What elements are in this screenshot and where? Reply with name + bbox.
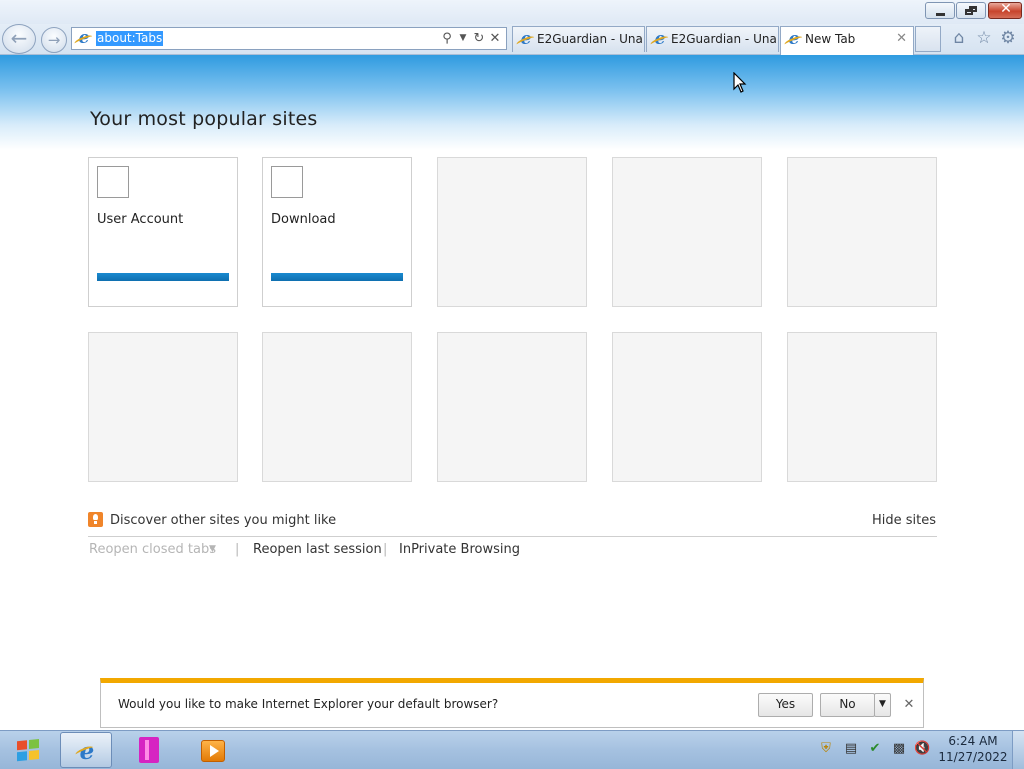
- windows-logo-icon: [17, 738, 41, 764]
- forward-button[interactable]: →: [41, 27, 67, 53]
- search-icon[interactable]: ⚲: [440, 29, 454, 48]
- tab-e2guardian-2[interactable]: e E2Guardian - Una...: [646, 26, 779, 52]
- close-icon: ✕: [1000, 1, 1012, 17]
- empty-tile[interactable]: [437, 157, 587, 307]
- inprivate-browsing-link[interactable]: InPrivate Browsing: [399, 542, 520, 557]
- restore-icon-back: [965, 9, 973, 15]
- chevron-down-icon: ▼: [879, 699, 886, 709]
- empty-tile[interactable]: [612, 157, 762, 307]
- start-button[interactable]: [4, 733, 52, 767]
- clock-time: 6:24 AM: [948, 734, 998, 748]
- address-bar[interactable]: e about:Tabs ⚲ ▼ ↻ ✕: [71, 27, 507, 50]
- tile-label: User Account: [97, 212, 184, 227]
- tile-label: Download: [271, 212, 336, 227]
- back-button[interactable]: ←: [2, 24, 36, 54]
- no-button[interactable]: No: [820, 693, 875, 717]
- tab-e2guardian-1[interactable]: e E2Guardian - Una...: [512, 26, 645, 52]
- discover-row: Discover other sites you might like Hide…: [88, 512, 937, 537]
- no-options-dropdown[interactable]: ▼: [874, 693, 891, 717]
- empty-tile[interactable]: [787, 332, 937, 482]
- tab-label: E2Guardian - Una...: [671, 32, 779, 46]
- ie-page-icon: e: [652, 31, 668, 48]
- hide-sites-link[interactable]: Hide sites: [872, 513, 936, 528]
- new-tab-page: Your most popular sites User Account Dow…: [0, 55, 1024, 730]
- star-icon[interactable]: ☆: [973, 27, 995, 49]
- action-center-shield-icon[interactable]: ⛨: [818, 741, 834, 757]
- address-input[interactable]: about:Tabs: [96, 31, 164, 46]
- link-separator: |: [383, 542, 388, 557]
- volume-muted-icon[interactable]: 🔇: [914, 741, 930, 757]
- tile-activity-bar: [271, 273, 403, 281]
- yes-button[interactable]: Yes: [758, 693, 813, 717]
- media-player-icon: [201, 740, 225, 762]
- discover-link[interactable]: Discover other sites you might like: [110, 513, 336, 528]
- taskbar-media-player[interactable]: [190, 732, 240, 768]
- tab-label: E2Guardian - Una...: [537, 32, 645, 46]
- network-drive-icon[interactable]: ▤: [843, 741, 859, 757]
- network-icon[interactable]: ▩: [891, 741, 907, 757]
- empty-tile[interactable]: [88, 332, 238, 482]
- empty-tile[interactable]: [262, 332, 412, 482]
- tab-new-tab[interactable]: e New Tab ✕: [780, 26, 914, 55]
- empty-tile[interactable]: [437, 332, 587, 482]
- notification-message: Would you like to make Internet Explorer…: [118, 697, 499, 711]
- page-title: Your most popular sites: [90, 108, 318, 130]
- tile-activity-bar: [97, 273, 229, 281]
- tile-user-account[interactable]: User Account: [88, 157, 238, 307]
- refresh-icon[interactable]: ↻: [472, 29, 486, 48]
- taskbar: e ⛨ ▤ ✔ ▩ 🔇 6:24 AM 11/27/2022: [0, 730, 1024, 769]
- close-notification-icon[interactable]: ✕: [901, 695, 917, 715]
- minimize-button[interactable]: [925, 2, 955, 19]
- lightbulb-icon: [88, 512, 103, 527]
- empty-tile[interactable]: [612, 332, 762, 482]
- new-tab-button[interactable]: [915, 26, 941, 52]
- restore-button[interactable]: [956, 2, 986, 19]
- security-check-icon[interactable]: ✔: [867, 741, 883, 757]
- window-titlebar: ✕: [0, 0, 1024, 24]
- site-favicon: [271, 166, 303, 198]
- ie-page-icon: e: [76, 30, 92, 47]
- minimize-icon: [936, 13, 945, 16]
- gear-icon[interactable]: ⚙: [997, 27, 1019, 49]
- ie-page-icon: e: [518, 31, 534, 48]
- link-separator: |: [235, 542, 240, 557]
- close-window-button[interactable]: ✕: [988, 1, 1022, 19]
- close-tab-icon[interactable]: ✕: [896, 27, 907, 51]
- taskbar-windows-explorer[interactable]: [125, 732, 175, 768]
- taskbar-internet-explorer[interactable]: e: [60, 732, 112, 768]
- tab-label: New Tab: [805, 32, 856, 46]
- navigation-bar: ← → e about:Tabs ⚲ ▼ ↻ ✕ e E2Guardian - …: [0, 24, 1024, 55]
- system-clock[interactable]: 6:24 AM 11/27/2022: [938, 733, 1008, 765]
- default-browser-notification: Would you like to make Internet Explorer…: [100, 678, 924, 728]
- clock-date: 11/27/2022: [938, 750, 1008, 764]
- chevron-down-icon[interactable]: ▼: [456, 29, 470, 48]
- ie-page-icon: e: [786, 31, 802, 48]
- site-favicon: [97, 166, 129, 198]
- tile-download[interactable]: Download: [262, 157, 412, 307]
- reopen-closed-tabs-link[interactable]: Reopen closed tabs: [89, 542, 216, 557]
- reopen-last-session-link[interactable]: Reopen last session: [253, 542, 382, 557]
- internet-explorer-icon: e: [77, 740, 97, 763]
- home-icon[interactable]: ⌂: [948, 27, 970, 49]
- empty-tile[interactable]: [787, 157, 937, 307]
- windows-explorer-icon: [139, 737, 159, 763]
- stop-icon[interactable]: ✕: [488, 29, 502, 48]
- show-desktop-button[interactable]: [1012, 731, 1024, 769]
- chevron-down-icon[interactable]: ▼: [209, 544, 216, 554]
